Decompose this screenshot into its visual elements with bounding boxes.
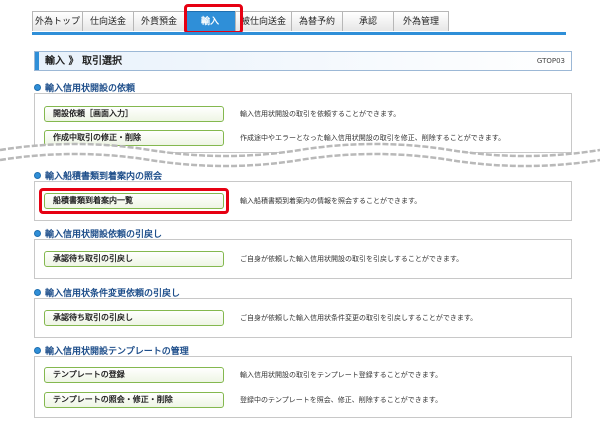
lc-opening-input-desc: 輸入信用状開設の取引を依頼することができます。 bbox=[240, 110, 401, 118]
lc-recall-desc: ご自身が依頼した輸入信用状開設の取引を引戻しすることができます。 bbox=[240, 255, 464, 263]
page-cut-wave bbox=[0, 142, 600, 168]
shipping-docs-button-highlight bbox=[39, 188, 229, 214]
page-title: 輸入 》 取引選択 bbox=[45, 56, 122, 67]
tab-inward-remittance[interactable]: 被仕向送金 bbox=[235, 11, 292, 31]
template-register-desc: 輸入信用状開設の取引をテンプレート登録することができます。 bbox=[240, 371, 443, 379]
tab-underline bbox=[32, 32, 566, 35]
template-manage-button[interactable]: テンプレートの照会・修正・削除 bbox=[44, 392, 224, 408]
template-register-button[interactable]: テンプレートの登録 bbox=[44, 367, 224, 383]
bullet-icon bbox=[34, 347, 41, 354]
active-tab-highlight bbox=[184, 4, 243, 34]
amendment-recall-desc: ご自身が依頼した輸入信用状条件変更の取引を引戻しすることができます。 bbox=[240, 314, 478, 322]
bullet-icon bbox=[34, 289, 41, 296]
tab-fx-top[interactable]: 外為トップ bbox=[32, 11, 83, 31]
bullet-icon bbox=[34, 172, 41, 179]
section-box-template bbox=[34, 356, 572, 418]
bullet-icon bbox=[34, 84, 41, 91]
screen-code: GTOP03 bbox=[536, 57, 565, 65]
amendment-recall-button[interactable]: 承認待ち取引の引戻し bbox=[44, 310, 224, 326]
tab-approval[interactable]: 承認 bbox=[342, 11, 394, 31]
lc-recall-button[interactable]: 承認待ち取引の引戻し bbox=[44, 251, 224, 267]
tab-fx-management[interactable]: 外為管理 bbox=[393, 11, 449, 31]
lc-opening-input-button[interactable]: 開設依頼［画面入力］ bbox=[44, 106, 224, 122]
page-header: 輸入 》 取引選択 GTOP03 bbox=[34, 51, 572, 71]
tab-foreign-deposit[interactable]: 外貨預金 bbox=[133, 11, 185, 31]
tab-outward-remittance[interactable]: 仕向送金 bbox=[82, 11, 134, 31]
tab-forward-contract[interactable]: 為替予約 bbox=[291, 11, 343, 31]
bullet-icon bbox=[34, 230, 41, 237]
template-manage-desc: 登録中のテンプレートを照会、修正、削除することができます。 bbox=[240, 396, 443, 404]
shipping-docs-list-desc: 輸入船積書類到着案内の情報を照会することができます。 bbox=[240, 197, 422, 205]
